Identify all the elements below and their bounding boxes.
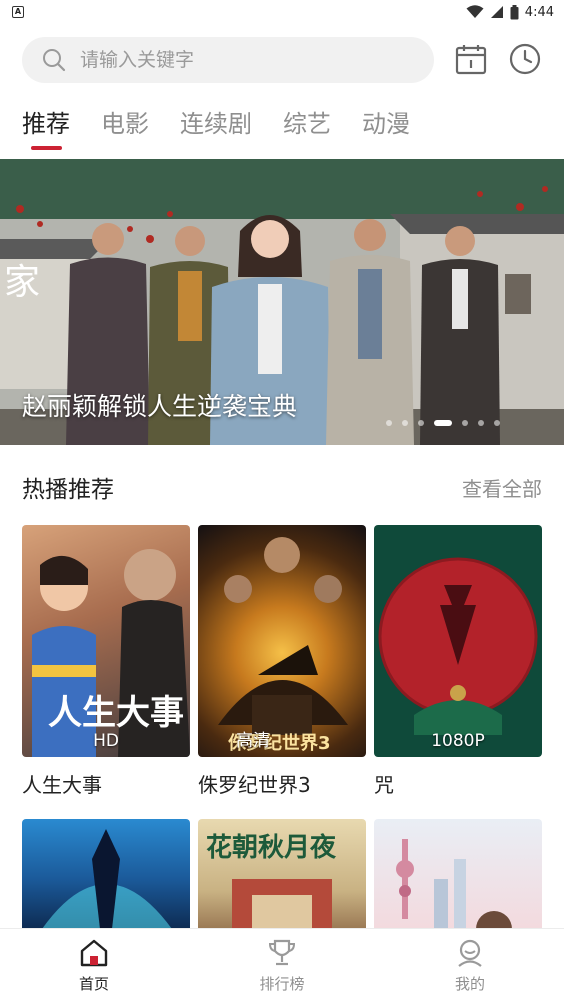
quality-badge: 1080P bbox=[431, 731, 485, 751]
movie-poster: 侏罗纪世界3 高清 bbox=[198, 525, 366, 757]
tab-label: 连续剧 bbox=[180, 110, 252, 138]
nav-ranking[interactable]: 排行榜 bbox=[188, 929, 376, 1002]
search-bar[interactable] bbox=[22, 37, 434, 83]
tab-series[interactable]: 连续剧 bbox=[180, 104, 252, 154]
carousel-dot[interactable] bbox=[494, 420, 500, 426]
clock-icon bbox=[509, 43, 541, 75]
tab-movies[interactable]: 电影 bbox=[101, 104, 149, 154]
movie-poster: 人生大事 HD bbox=[22, 525, 190, 757]
nav-profile[interactable]: 我的 bbox=[376, 929, 564, 1002]
movie-title: 侏罗纪世界3 bbox=[198, 773, 311, 797]
hot-recommend-header: 热播推荐 查看全部 bbox=[22, 470, 542, 504]
history-button[interactable] bbox=[508, 42, 542, 76]
app-notification-icon: A bbox=[12, 6, 24, 18]
movie-poster[interactable] bbox=[22, 819, 190, 939]
tab-label: 综艺 bbox=[283, 110, 331, 138]
carousel-dot[interactable] bbox=[386, 420, 392, 426]
calendar-button[interactable] bbox=[454, 42, 488, 76]
nav-label: 我的 bbox=[454, 975, 485, 993]
active-tab-indicator bbox=[31, 146, 62, 150]
poster-title-art: 人生大事 bbox=[48, 693, 184, 733]
carousel-indicator bbox=[386, 420, 500, 426]
carousel-dot[interactable] bbox=[478, 420, 484, 426]
movie-card[interactable]: 人生大事 HD 人生大事 bbox=[22, 525, 190, 798]
battery-icon bbox=[510, 4, 519, 19]
banner-carousel[interactable]: 家 赵丽颖解锁人生逆袭宝典 bbox=[0, 159, 564, 445]
carousel-dot[interactable] bbox=[418, 420, 424, 426]
trophy-icon bbox=[268, 939, 296, 966]
nav-label: 首页 bbox=[78, 975, 109, 993]
carousel-dot[interactable] bbox=[462, 420, 468, 426]
view-all-link[interactable]: 查看全部 bbox=[462, 473, 542, 502]
status-bar: A 4:44 bbox=[0, 0, 564, 24]
movie-poster: 1080P bbox=[374, 525, 542, 757]
tab-label: 推荐 bbox=[22, 110, 70, 138]
tab-label: 电影 bbox=[101, 110, 149, 138]
signal-icon bbox=[490, 6, 503, 18]
search-icon bbox=[43, 49, 66, 72]
nav-home[interactable]: 首页 bbox=[0, 929, 188, 1002]
quality-badge: HD bbox=[93, 731, 119, 751]
wifi-icon bbox=[466, 5, 484, 18]
movie-poster[interactable] bbox=[374, 819, 542, 939]
movie-card[interactable]: 侏罗纪世界3 高清 侏罗纪世界3 bbox=[198, 525, 366, 798]
tab-label: 动漫 bbox=[362, 110, 410, 138]
carousel-dot[interactable] bbox=[402, 420, 408, 426]
poster-title-art: 花朝秋月夜 bbox=[206, 833, 337, 863]
banner-title: 赵丽颖解锁人生逆袭宝典 bbox=[22, 392, 298, 421]
carousel-dot-active[interactable] bbox=[434, 420, 452, 426]
profile-icon bbox=[458, 939, 482, 967]
tab-anime[interactable]: 动漫 bbox=[362, 104, 410, 154]
tab-variety[interactable]: 综艺 bbox=[283, 104, 331, 154]
nav-label: 排行榜 bbox=[259, 975, 305, 993]
bottom-nav: 首页 排行榜 我的 bbox=[0, 928, 564, 1002]
movie-card[interactable]: 1080P 咒 bbox=[374, 525, 542, 798]
banner-overlay-text: 家 bbox=[4, 262, 40, 303]
quality-badge: 高清 bbox=[236, 731, 270, 751]
search-input[interactable] bbox=[80, 49, 380, 71]
home-icon bbox=[80, 939, 108, 967]
category-tabs: 推荐 电影 连续剧 综艺 动漫 bbox=[22, 104, 441, 154]
status-time: 4:44 bbox=[524, 4, 554, 20]
tab-recommend[interactable]: 推荐 bbox=[22, 104, 70, 154]
movie-poster[interactable]: 花朝秋月夜 bbox=[198, 819, 366, 939]
section-title: 热播推荐 bbox=[22, 477, 114, 503]
search-row bbox=[22, 36, 542, 84]
calendar-icon bbox=[455, 45, 487, 75]
movie-title: 人生大事 bbox=[22, 773, 102, 797]
movie-title: 咒 bbox=[374, 773, 394, 797]
